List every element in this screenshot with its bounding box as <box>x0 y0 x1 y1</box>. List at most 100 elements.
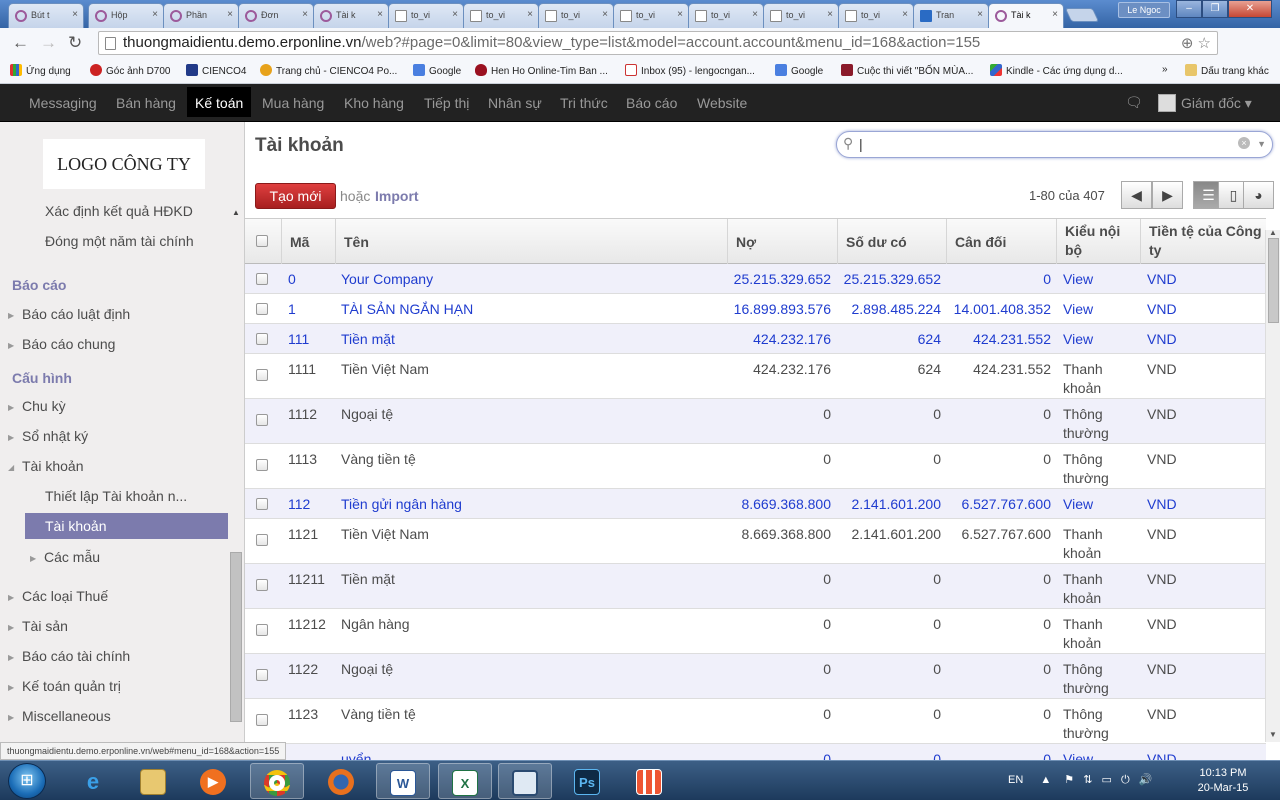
close-tab-icon[interactable]: × <box>827 9 833 20</box>
pager-next-icon[interactable]: ▶ <box>1152 181 1183 209</box>
select-all-checkbox[interactable] <box>256 235 268 247</box>
firefox-taskbar-icon[interactable] <box>314 763 368 799</box>
close-window-icon[interactable]: ✕ <box>1228 0 1272 18</box>
menu-hr[interactable]: Nhân sự <box>488 95 542 111</box>
close-tab-icon[interactable]: × <box>377 9 383 20</box>
table-row[interactable]: 1113 Vàng tiền tệ 0 0 0 Thông thường VND <box>245 444 1266 489</box>
bookmark-cuocthi[interactable]: Cuộc thi viết "BỐN MÙA... <box>841 64 973 77</box>
caret-right-icon[interactable]: ▶ <box>8 623 22 632</box>
table-row[interactable]: 1122 Ngoại tệ 0 0 0 Thông thường VND <box>245 654 1266 699</box>
ie-taskbar-icon[interactable]: e <box>66 763 120 799</box>
close-tab-icon[interactable]: × <box>72 9 78 20</box>
bookmark-google-1[interactable]: Google <box>413 64 461 77</box>
row-checkbox[interactable] <box>256 624 268 636</box>
close-tab-icon[interactable]: × <box>302 9 308 20</box>
scroll-up-icon[interactable]: ▲ <box>232 208 240 217</box>
tray-flag-icon[interactable]: ⚑ <box>1064 774 1074 786</box>
bookmark-google-2[interactable]: Google <box>775 64 823 77</box>
back-icon[interactable]: ← <box>12 33 29 53</box>
browser-tab[interactable]: to_vi × <box>688 3 764 28</box>
bookmark-henho[interactable]: Hen Ho Online-Tim Ban ... <box>475 64 608 77</box>
browser-tab[interactable]: Hộp × <box>88 3 164 28</box>
scroll-up-arrow-icon[interactable]: ▲ <box>1269 228 1277 237</box>
user-menu[interactable]: Giám đốc ▾ <box>1158 94 1252 112</box>
table-row[interactable]: 111 Tiền mặt 424.232.176 624 424.231.552 View… <box>245 324 1266 354</box>
tray-network-icon[interactable]: ⇅ <box>1083 774 1092 786</box>
language-indicator[interactable]: EN <box>1008 774 1023 786</box>
sidebar-item[interactable]: ◢ Tài khoản <box>8 458 83 474</box>
header-code[interactable]: Mã <box>282 219 336 265</box>
caret-right-icon[interactable]: ▶ <box>8 653 22 662</box>
sidebar-item[interactable]: ▶ Miscellaneous <box>8 708 111 724</box>
snipping-taskbar-icon[interactable] <box>498 763 552 799</box>
sidebar-item[interactable]: Tài khoản <box>25 513 228 539</box>
sidebar-item[interactable]: Đóng một năm tài chính <box>45 233 194 249</box>
header-credit[interactable]: Số dư có <box>838 219 947 265</box>
browser-tab[interactable]: Đơn × <box>238 3 314 28</box>
search-input[interactable]: | <box>859 136 863 152</box>
bookmark-overflow[interactable]: » <box>1162 64 1168 75</box>
caret-right-icon[interactable]: ▶ <box>8 683 22 692</box>
word-taskbar-icon[interactable]: W <box>376 763 430 799</box>
sidebar-item[interactable]: ▶ Báo cáo tài chính <box>8 648 130 664</box>
sidebar-item[interactable]: ▶ Kế toán quản trị <box>8 678 121 694</box>
row-checkbox[interactable] <box>256 534 268 546</box>
table-row[interactable]: 1121 Tiền Việt Nam 8.669.368.800 2.141.601.… <box>245 519 1266 564</box>
close-tab-icon[interactable]: × <box>602 9 608 20</box>
browser-tab[interactable]: to_vi × <box>463 3 539 28</box>
browser-tab[interactable]: Tran × <box>913 3 989 28</box>
menu-knowledge[interactable]: Tri thức <box>560 95 608 111</box>
tray-power-icon[interactable]: ⏻ <box>1121 774 1130 786</box>
app-grid-taskbar-icon[interactable] <box>622 763 676 799</box>
close-tab-icon[interactable]: × <box>1052 9 1058 20</box>
sidebar-scrollbar[interactable] <box>230 552 242 722</box>
bookmark-cienco4[interactable]: CIENCO4 <box>186 64 246 77</box>
browser-tab[interactable]: Tài k × <box>313 3 389 28</box>
zoom-star-icons[interactable]: ⊕ ☆ <box>1181 34 1211 52</box>
header-debit[interactable]: Nợ <box>728 219 838 265</box>
browser-tab[interactable]: Phần × <box>163 3 239 28</box>
browser-tab[interactable]: to_vi × <box>763 3 839 28</box>
close-tab-icon[interactable]: × <box>977 9 983 20</box>
excel-taskbar-icon[interactable]: X <box>438 763 492 799</box>
caret-right-icon[interactable]: ▶ <box>8 311 22 320</box>
close-tab-icon[interactable]: × <box>227 9 233 20</box>
page-scrollbar[interactable]: ▲ ▼ <box>1265 228 1280 742</box>
scroll-down-arrow-icon[interactable]: ▼ <box>1269 730 1277 739</box>
table-row[interactable]: 11212 Ngân hàng 0 0 0 Thanh khoản VND <box>245 609 1266 654</box>
row-checkbox[interactable] <box>256 498 268 510</box>
close-tab-icon[interactable]: × <box>527 9 533 20</box>
browser-tab[interactable]: to_vi × <box>538 3 614 28</box>
chat-icon[interactable]: 🗨 <box>1125 94 1143 111</box>
tray-expand-icon[interactable]: ▲ <box>1040 774 1051 786</box>
explorer-taskbar-icon[interactable] <box>126 763 180 799</box>
system-clock[interactable]: 10:13 PM 20-Mar-15 <box>1188 766 1258 796</box>
sidebar-item[interactable]: ▶ Sổ nhật ký <box>8 428 88 444</box>
bookmark-inbox[interactable]: Inbox (95) - lengocngan... <box>625 64 755 77</box>
scrollbar-thumb[interactable] <box>1268 238 1279 323</box>
header-internal-type[interactable]: Kiểu nội bộ <box>1057 219 1141 265</box>
header-name[interactable]: Tên <box>336 219 728 265</box>
start-button-icon[interactable]: ⊞ <box>8 763 46 799</box>
sidebar-item[interactable]: ▶ Tài sản <box>8 618 68 634</box>
close-tab-icon[interactable]: × <box>752 9 758 20</box>
sidebar-item[interactable]: Xác định kết quả HĐKD <box>45 203 193 219</box>
sidebar-item[interactable]: ▶ Chu kỳ <box>8 398 66 414</box>
browser-tab[interactable]: Tài k × <box>988 3 1064 29</box>
row-checkbox[interactable] <box>256 714 268 726</box>
row-checkbox[interactable] <box>256 303 268 315</box>
table-row[interactable]: 0 Your Company 25.215.329.652 25.215.329.65… <box>245 264 1266 294</box>
search-options-icon[interactable]: ▼ <box>1257 139 1266 149</box>
row-checkbox[interactable] <box>256 333 268 345</box>
media-player-taskbar-icon[interactable]: ▶ <box>186 763 240 799</box>
sidebar-item[interactable]: ▶ Báo cáo chung <box>8 336 115 352</box>
create-button[interactable]: Tạo mới <box>255 183 336 209</box>
header-company-currency[interactable]: Tiền tệ của Công ty <box>1141 219 1266 265</box>
menu-website[interactable]: Website <box>697 95 747 111</box>
bookmark-other[interactable]: Dấu trang khác <box>1185 64 1269 77</box>
menu-sales[interactable]: Bán hàng <box>116 95 176 111</box>
caret-right-icon[interactable]: ▶ <box>8 713 22 722</box>
bookmark-kindle[interactable]: Kindle - Các ứng dụng d... <box>990 64 1123 77</box>
tray-monitor-icon[interactable]: ▭ <box>1102 774 1112 786</box>
bookmark-trangchu[interactable]: Trang chủ - CIENCO4 Po... <box>260 64 397 77</box>
